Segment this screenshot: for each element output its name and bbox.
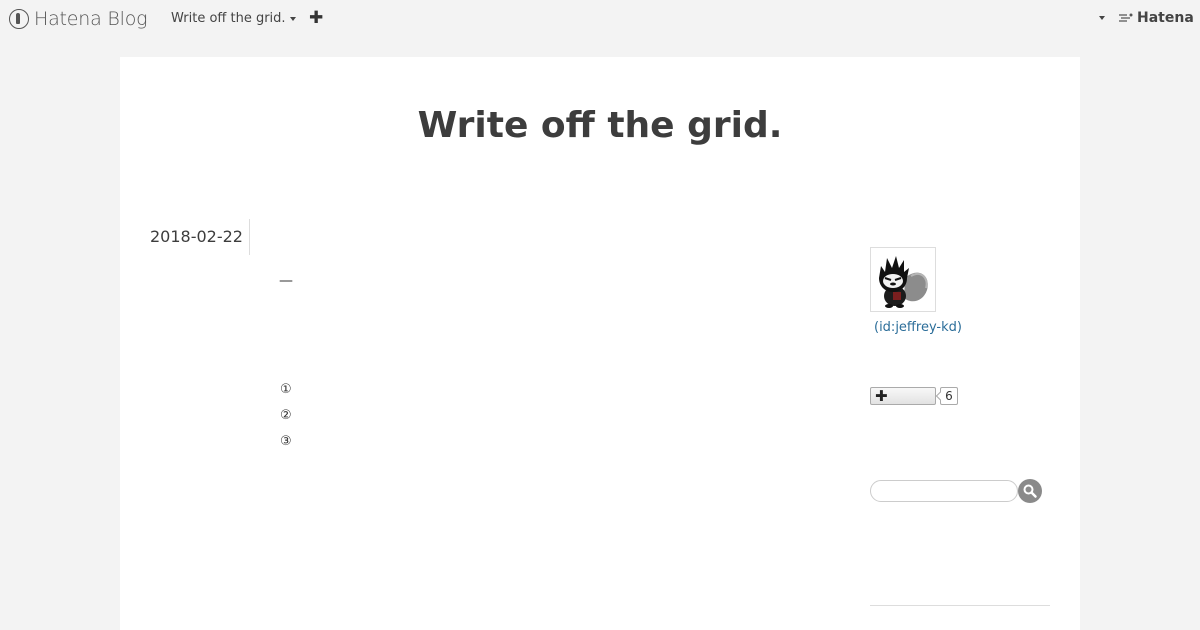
- search-input[interactable]: [870, 480, 1018, 502]
- profile-user-id-link[interactable]: (id:jeffrey-kd): [874, 320, 962, 335]
- entry-list: ① ② ③: [280, 382, 292, 460]
- blog-switcher-label: Write off the grid.: [171, 11, 286, 26]
- search-icon: [1023, 484, 1037, 498]
- blog-content: Write off the grid. 2018-02-22 — ① ② ③ (…: [120, 57, 1080, 630]
- account-menu-chevron-down-icon[interactable]: [1099, 16, 1105, 20]
- profile-avatar[interactable]: [870, 247, 936, 312]
- list-item: ①: [280, 382, 292, 397]
- hatena-logo-text: Hatena: [1137, 10, 1194, 26]
- entry-text-dash: —: [279, 273, 293, 289]
- new-entry-button[interactable]: ✚: [309, 9, 323, 27]
- hatena-blog-logo-text: Hatena Blog: [34, 8, 148, 30]
- subscriber-count[interactable]: 6: [940, 387, 958, 405]
- subscribe-button[interactable]: ✚: [870, 387, 936, 405]
- hatena-mark-icon: [1119, 13, 1133, 22]
- sidebar-divider: [870, 605, 1050, 606]
- hatena-blog-logo-icon: [9, 9, 29, 29]
- plus-icon: ✚: [875, 387, 888, 405]
- search-button[interactable]: [1018, 479, 1042, 503]
- global-header: Hatena Blog Write off the grid. ✚ Hatena: [0, 0, 1200, 38]
- blog-title[interactable]: Write off the grid.: [120, 105, 1080, 146]
- hatena-logo[interactable]: Hatena: [1118, 10, 1194, 26]
- list-item: ③: [280, 434, 292, 449]
- avatar-image: [879, 256, 928, 308]
- plus-icon: ✚: [309, 8, 324, 28]
- chevron-down-icon: [289, 16, 296, 21]
- hatena-blog-logo[interactable]: Hatena Blog: [9, 7, 148, 31]
- blog-switcher-dropdown[interactable]: Write off the grid.: [171, 11, 296, 26]
- list-item: ②: [280, 408, 292, 423]
- entry-date[interactable]: 2018-02-22: [150, 219, 250, 255]
